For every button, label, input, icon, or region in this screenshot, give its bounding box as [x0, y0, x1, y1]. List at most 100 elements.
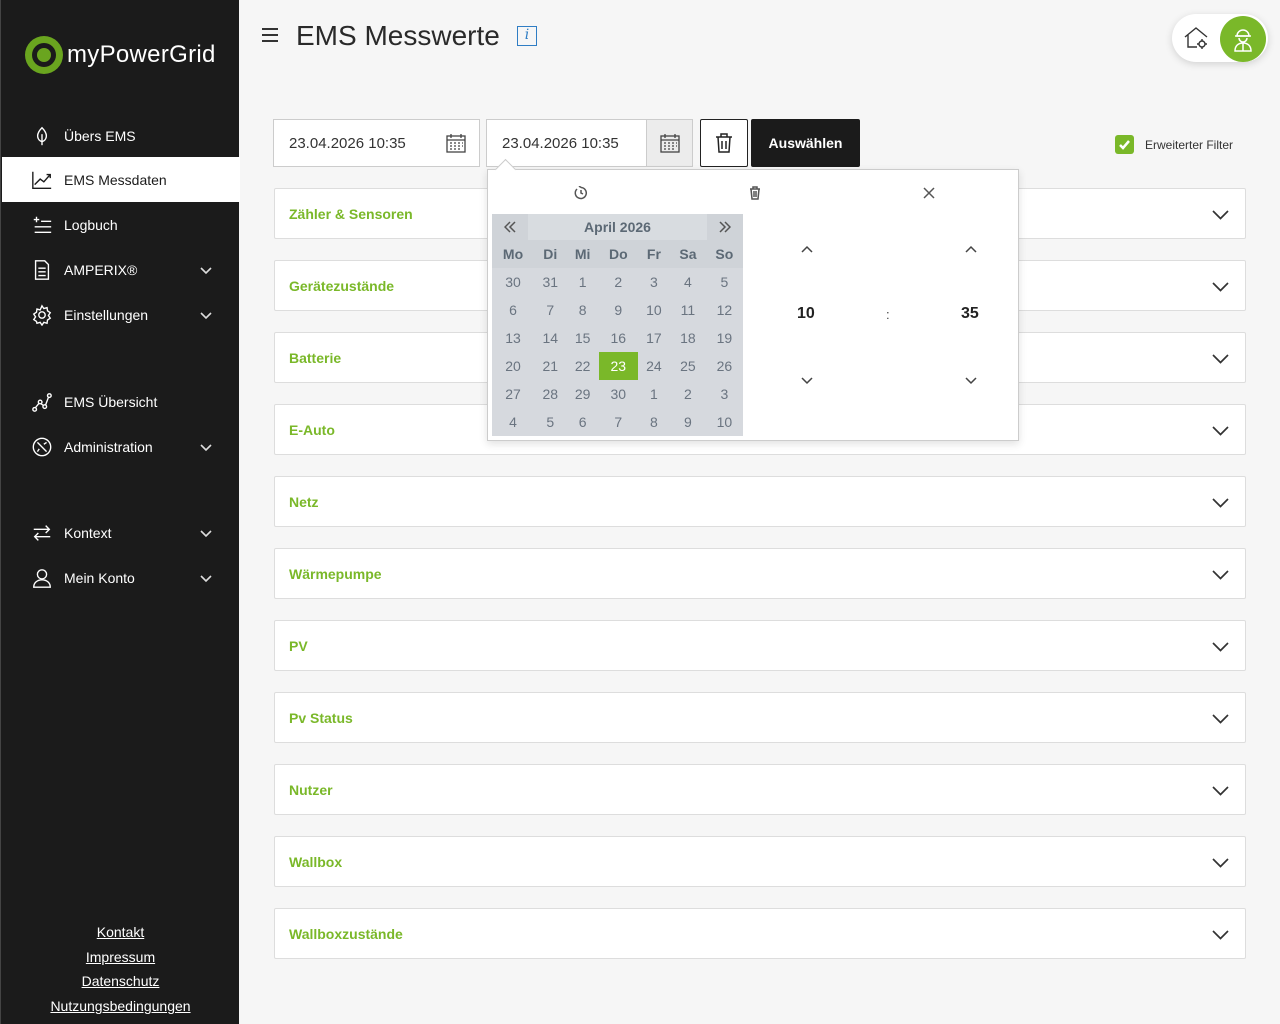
minute-down-chevron-icon[interactable]: [964, 373, 978, 387]
hamburger-menu-icon[interactable]: [262, 28, 278, 46]
calendar-day[interactable]: 18: [670, 324, 706, 352]
calendar-day[interactable]: 26: [705, 352, 743, 380]
minute-up-chevron-icon[interactable]: [964, 243, 978, 257]
hour-value[interactable]: 10: [797, 305, 815, 323]
section-nutzer[interactable]: Nutzer: [274, 764, 1246, 815]
calendar-day[interactable]: 25: [670, 352, 706, 380]
calendar-day[interactable]: 7: [598, 408, 638, 436]
calendar-day[interactable]: 23: [598, 352, 638, 380]
footer-link-datenschutz[interactable]: Datenschutz: [1, 969, 240, 994]
footer-link-nutzungsbedingungen[interactable]: Nutzungsbedingungen: [1, 994, 240, 1019]
sidebar-item-logbuch[interactable]: Logbuch: [2, 202, 240, 247]
info-icon[interactable]: i: [517, 26, 537, 46]
calendar-day[interactable]: 6: [492, 296, 535, 324]
calendar-day[interactable]: 24: [637, 352, 671, 380]
calendar-day[interactable]: 12: [705, 296, 743, 324]
section-wallboxzustaende[interactable]: Wallboxzustände: [274, 908, 1246, 959]
date-from-input[interactable]: 23.04.2026 10:35: [273, 119, 480, 167]
calendar-day[interactable]: 28: [534, 380, 567, 408]
home-settings-icon[interactable]: [1182, 24, 1210, 52]
settings-circle-icon: [30, 435, 54, 459]
calendar-day[interactable]: 9: [598, 296, 638, 324]
section-title: PV: [289, 637, 308, 654]
calendar-day[interactable]: 27: [492, 380, 535, 408]
calendar-day[interactable]: 20: [492, 352, 535, 380]
calendar-icon[interactable]: [646, 120, 692, 166]
date-to-input[interactable]: 23.04.2026 10:35: [486, 119, 693, 167]
calendar-day[interactable]: 31: [534, 268, 567, 296]
sidebar-item-label: EMS Messdaten: [64, 171, 167, 188]
calendar-day[interactable]: 4: [670, 268, 706, 296]
sidebar-item-administration[interactable]: Administration: [2, 424, 240, 469]
section-netz[interactable]: Netz: [274, 476, 1246, 527]
calendar-day[interactable]: 22: [566, 352, 599, 380]
extended-filter-checkbox[interactable]: [1115, 135, 1134, 154]
brand[interactable]: myPowerGrid: [25, 36, 216, 74]
sidebar-item-amperix[interactable]: AMPERIX®: [2, 247, 240, 292]
sidebar-item-einstellungen[interactable]: Einstellungen: [2, 292, 240, 337]
calendar-day[interactable]: 5: [534, 408, 567, 436]
calendar-day[interactable]: 3: [637, 268, 671, 296]
calendar-day[interactable]: 10: [705, 408, 743, 436]
calendar-day[interactable]: 21: [534, 352, 567, 380]
footer-link-impressum[interactable]: Impressum: [1, 945, 240, 970]
sidebar-item-kontext[interactable]: Kontext: [2, 510, 240, 555]
weekday-header: Mo: [492, 240, 535, 268]
section-title: Wallboxzustände: [289, 925, 403, 942]
sidebar-item-label: Logbuch: [64, 216, 118, 233]
minute-value[interactable]: 35: [961, 305, 979, 323]
footer-link-kontakt[interactable]: Kontakt: [1, 920, 240, 945]
weekday-header: Sa: [670, 240, 706, 268]
weekday-header: Di: [534, 240, 567, 268]
sidebar-item-uebers-ems[interactable]: Übers EMS: [2, 113, 240, 158]
section-title: E-Auto: [289, 421, 335, 438]
calendar-day[interactable]: 3: [705, 380, 743, 408]
swap-arrows-icon: [30, 521, 54, 545]
calendar-day[interactable]: 8: [637, 408, 671, 436]
calendar-day[interactable]: 2: [670, 380, 706, 408]
sidebar-item-ems-uebersicht[interactable]: EMS Übersicht: [2, 379, 240, 424]
section-wallbox[interactable]: Wallbox: [274, 836, 1246, 887]
trash-icon[interactable]: [746, 184, 764, 202]
calendar-day[interactable]: 17: [637, 324, 671, 352]
chevron-down-icon: [1212, 926, 1229, 948]
calendar-day[interactable]: 19: [705, 324, 743, 352]
calendar-day[interactable]: 9: [670, 408, 706, 436]
next-month-icon[interactable]: [707, 214, 743, 240]
calendar-day[interactable]: 14: [534, 324, 567, 352]
hour-down-chevron-icon[interactable]: [800, 373, 814, 387]
calendar-day[interactable]: 30: [598, 380, 638, 408]
calendar-day[interactable]: 13: [492, 324, 535, 352]
section-waermepumpe[interactable]: Wärmepumpe: [274, 548, 1246, 599]
calendar-day[interactable]: 10: [637, 296, 671, 324]
close-icon[interactable]: [920, 184, 938, 202]
calendar-day[interactable]: 15: [566, 324, 599, 352]
calendar-day[interactable]: 5: [705, 268, 743, 296]
calendar-day[interactable]: 30: [492, 268, 535, 296]
calendar-day[interactable]: 1: [637, 380, 671, 408]
calendar-icon[interactable]: [433, 120, 479, 166]
section-pv-status[interactable]: Pv Status: [274, 692, 1246, 743]
document-icon: [30, 258, 54, 282]
chevron-down-icon: [200, 263, 212, 279]
sidebar-item-mein-konto[interactable]: Mein Konto: [2, 555, 240, 600]
clear-dates-button[interactable]: [700, 119, 748, 167]
calendar-day[interactable]: 4: [492, 408, 535, 436]
calendar-day[interactable]: 7: [534, 296, 567, 324]
calendar-day[interactable]: 2: [598, 268, 638, 296]
hour-up-chevron-icon[interactable]: [800, 243, 814, 257]
section-pv[interactable]: PV: [274, 620, 1246, 671]
extended-filter[interactable]: Erweiterter Filter: [1115, 135, 1233, 154]
today-clock-icon[interactable]: [572, 184, 590, 202]
calendar-day[interactable]: 6: [566, 408, 599, 436]
calendar-day[interactable]: 8: [566, 296, 599, 324]
calendar-day[interactable]: 1: [566, 268, 599, 296]
calendar-day[interactable]: 16: [598, 324, 638, 352]
calendar-month[interactable]: April 2026: [528, 214, 707, 240]
select-button[interactable]: Auswählen: [751, 119, 860, 167]
calendar-day[interactable]: 29: [566, 380, 599, 408]
worker-icon[interactable]: [1220, 16, 1266, 62]
sidebar-item-ems-messdaten[interactable]: EMS Messdaten: [2, 157, 240, 202]
calendar-day[interactable]: 11: [670, 296, 706, 324]
prev-month-icon[interactable]: [492, 214, 528, 240]
